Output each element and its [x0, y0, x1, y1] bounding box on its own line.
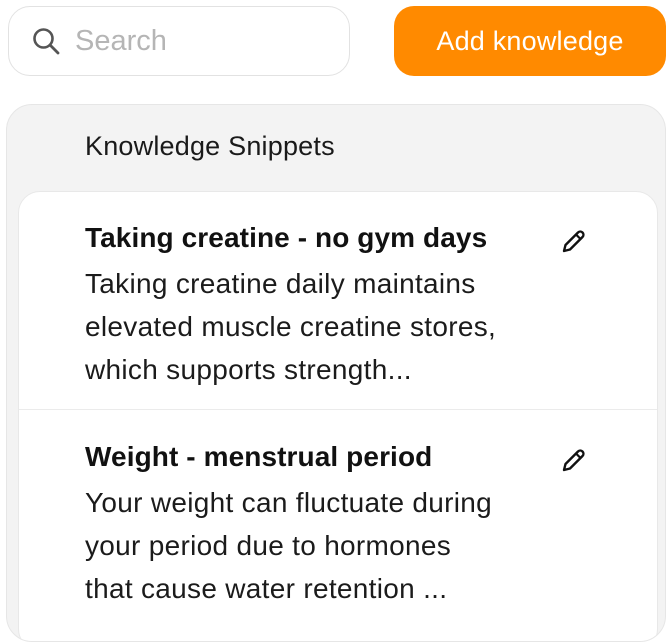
- toolbar: Add knowledge: [0, 0, 668, 80]
- snippet-list: Taking creatine - no gym days Taking cre…: [18, 191, 658, 641]
- search-input[interactable]: [75, 24, 315, 58]
- snippet-title: Weight - menstrual period: [85, 441, 433, 472]
- snippet-title: Taking creatine - no gym days: [85, 222, 488, 253]
- pencil-icon[interactable]: [559, 447, 587, 475]
- knowledge-snippets-panel: Knowledge Snippets Taking creatine - no …: [6, 104, 666, 642]
- snippet-body: Taking creatine daily maintains elevated…: [85, 268, 497, 385]
- snippet-item[interactable]: Taking creatine - no gym days Taking cre…: [19, 192, 657, 410]
- pencil-icon[interactable]: [559, 228, 587, 256]
- search-icon: [31, 26, 61, 56]
- add-knowledge-button[interactable]: Add knowledge: [394, 6, 666, 76]
- search-box[interactable]: [8, 6, 350, 76]
- snippet-body: Your weight can fluctuate during your pe…: [85, 487, 493, 604]
- panel-title: Knowledge Snippets: [85, 131, 335, 161]
- snippet-item[interactable]: Weight - menstrual period Your weight ca…: [19, 411, 657, 629]
